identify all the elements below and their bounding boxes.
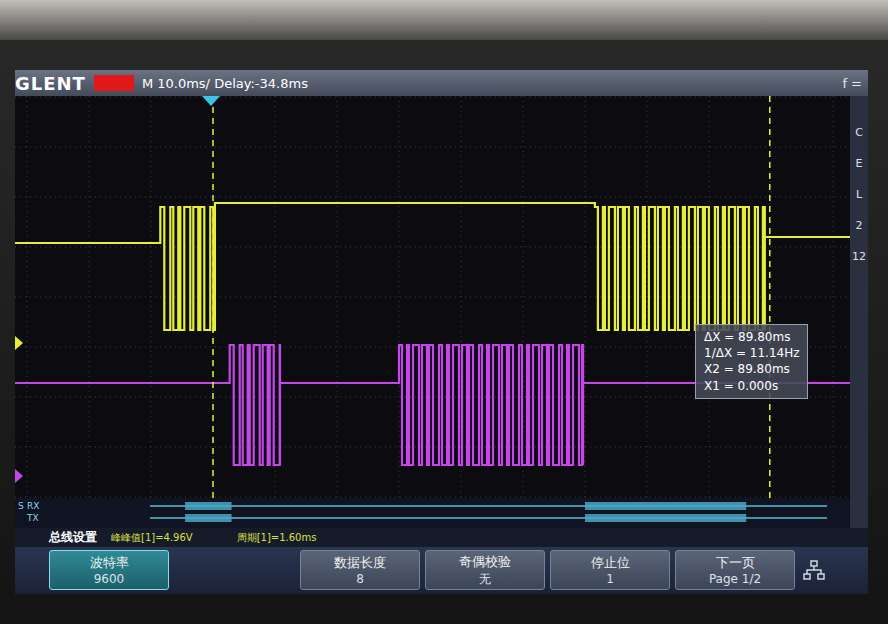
side-panel: C E L 2 12 — [850, 96, 868, 528]
grid-line — [15, 97, 850, 98]
bus-decode-packet[interactable] — [185, 502, 232, 510]
softkey-value: 1 — [606, 572, 614, 586]
softkey-value: Page 1/2 — [709, 572, 761, 586]
softkey-value: 无 — [479, 571, 491, 588]
brand-logo: GLENT — [15, 73, 86, 94]
bus-row: RX — [27, 501, 827, 511]
bus-row-label: RX — [27, 501, 39, 511]
oscilloscope-screen: GLENT M 10.0ms/ Delay:-34.8ms f = SRX TX ΔX =… — [15, 70, 868, 594]
grid-line — [15, 147, 850, 148]
trigger-position-icon[interactable] — [202, 96, 220, 106]
softkey[interactable]: 奇偶校验无 — [425, 550, 545, 590]
photo: GLENT M 10.0ms/ Delay:-34.8ms f = SRX TX ΔX =… — [0, 0, 888, 624]
cursor-line[interactable] — [212, 96, 214, 524]
grid-line — [27, 96, 28, 498]
menu-title: 总线设置 — [49, 529, 97, 546]
grid-line — [337, 96, 338, 498]
softkey[interactable]: 停止位1 — [550, 550, 670, 590]
softkey[interactable]: 数据长度8 — [300, 550, 420, 590]
grid-line — [15, 197, 850, 198]
softkey-value: 8 — [356, 572, 364, 586]
timebase-label: M 10.0ms/ Delay:-34.8ms — [142, 76, 308, 91]
grid-line — [647, 96, 648, 498]
bus-row: TX — [26, 513, 827, 523]
softkey[interactable]: 波特率9600 — [49, 550, 169, 590]
softkey-label: 数据长度 — [334, 554, 386, 572]
trace-line — [15, 345, 850, 465]
measurement: 峰峰值[1]=4.96V — [111, 531, 193, 545]
measurement: 周期[1]=1.60ms — [237, 531, 317, 545]
run-badge — [94, 75, 134, 91]
trace-line — [15, 203, 850, 330]
readout-line: ΔX = 89.80ms — [704, 329, 799, 345]
bus-row-label: TX — [26, 513, 39, 523]
side-label[interactable]: 2 — [856, 219, 863, 232]
softkey-value: 9600 — [94, 572, 125, 586]
top-bar: GLENT M 10.0ms/ Delay:-34.8ms f = — [15, 70, 868, 96]
readout-line: X1 = 0.000s — [704, 378, 799, 394]
channel-marker-icon[interactable] — [15, 336, 23, 350]
plot-area[interactable]: SRX TX ΔX = 89.80ms1/ΔX = 11.14HzX2 = 89.8… — [15, 96, 850, 528]
readout-line: 1/ΔX = 11.14Hz — [704, 345, 799, 361]
side-label[interactable]: E — [856, 157, 863, 170]
network-icon[interactable] — [802, 558, 826, 582]
grid-line — [399, 96, 400, 498]
bus-decode-packet[interactable] — [585, 502, 746, 510]
info-line: 总线设置峰峰值[1]=4.96V 周期[1]=1.60ms — [15, 528, 868, 547]
side-label[interactable]: 12 — [852, 250, 866, 263]
bus-label: S — [18, 501, 24, 511]
cursor-line[interactable] — [769, 96, 771, 524]
softkey-label: 停止位 — [591, 554, 630, 572]
bezel — [0, 0, 888, 40]
grid-line — [15, 497, 850, 498]
softkey[interactable]: 下一页Page 1/2 — [675, 550, 795, 590]
cursor-readout: ΔX = 89.80ms1/ΔX = 11.14HzX2 = 89.80msX1… — [695, 324, 808, 399]
side-label[interactable]: L — [856, 188, 862, 201]
softkey-label: 下一页 — [716, 554, 755, 572]
frequency-label: f = — [842, 76, 862, 91]
side-label[interactable]: C — [855, 126, 863, 139]
grid-line — [89, 96, 90, 498]
softkey-label: 波特率 — [90, 554, 129, 572]
channel-marker-icon[interactable] — [15, 469, 23, 483]
grid-line — [833, 96, 834, 498]
softkey-bar: 波特率9600数据长度8奇偶校验无停止位1下一页Page 1/2 — [15, 547, 868, 594]
bus-decode-packet[interactable] — [185, 514, 232, 522]
bus-decode-packet[interactable] — [585, 514, 746, 522]
readout-line: X2 = 89.80ms — [704, 361, 799, 377]
waveform-chart: SRX TX — [15, 96, 850, 528]
softkey-label: 奇偶校验 — [459, 553, 511, 571]
